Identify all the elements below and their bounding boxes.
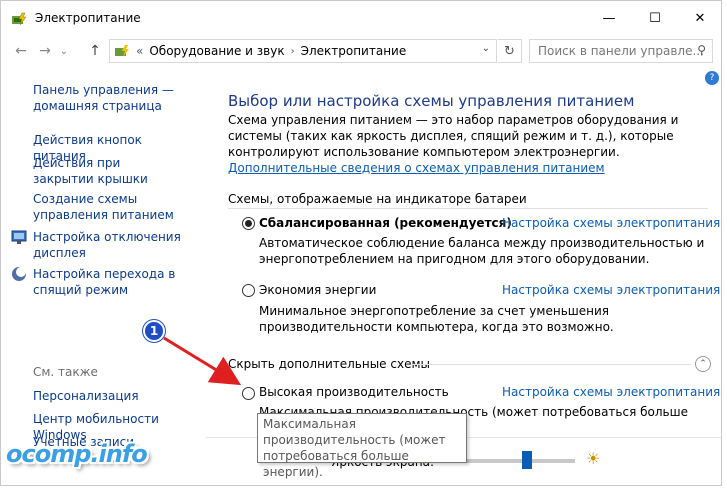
watermark-logo: ocomp.info [6, 440, 148, 468]
sidebar-item-home[interactable]: Панель управления — домашняя страница [33, 82, 193, 114]
title-bar: Электропитание — ☐ ✕ [1, 1, 721, 35]
sidebar: Панель управления — домашняя страница Де… [1, 67, 206, 487]
up-button[interactable]: ↑ [85, 41, 105, 61]
window-title: Электропитание [35, 11, 141, 25]
sidebar-item-personalization[interactable]: Персонализация [33, 388, 139, 404]
plan-balanced-description: Автоматическое соблюдение баланса между … [259, 236, 705, 266]
sidebar-item-sleep[interactable]: Настройка перехода в спящий режим [33, 266, 183, 298]
refresh-button[interactable]: ↻ [498, 39, 522, 63]
search-input[interactable]: Поиск в панели управле... ⚲ [529, 39, 713, 63]
plan-balanced-name[interactable]: Сбалансированная (рекомендуется) [259, 216, 512, 230]
collapse-chevron-icon[interactable]: ⌃ [695, 356, 711, 372]
hidden-plans-heading[interactable]: Скрыть дополнительные схемы [228, 357, 430, 371]
help-icon[interactable]: ? [705, 71, 719, 85]
address-dropdown-icon[interactable]: ⌄ [482, 43, 490, 54]
plan-high-performance-settings-link[interactable]: Настройка схемы электропитания [502, 385, 720, 399]
control-panel-window: Электропитание — ☐ ✕ ← → ⌄ ↑ « Оборудова… [0, 0, 722, 486]
page-title: Выбор или настройка схемы управления пит… [228, 92, 635, 110]
plan-balanced-radio[interactable] [242, 217, 255, 230]
back-button[interactable]: ← [11, 41, 31, 61]
maximize-button[interactable]: ☐ [632, 1, 678, 35]
plan-balanced-settings-link[interactable]: Настройка схемы электропитания [502, 216, 720, 230]
plan-power-saver-description: Минимальное энергопотребление за счет ум… [259, 304, 614, 334]
section-divider [228, 208, 708, 209]
battery-plans-heading: Схемы, отображаемые на индикаторе батаре… [228, 192, 527, 206]
tooltip: Максимальная производительность (может п… [257, 413, 467, 479]
hidden-plans-divider [411, 364, 691, 365]
display-settings-icon [11, 230, 27, 244]
plan-high-performance-name[interactable]: Высокая производительность [259, 385, 449, 399]
sidebar-item-lid-close[interactable]: Действия при закрытии крышки [33, 155, 173, 187]
forward-button[interactable]: → [35, 41, 55, 61]
brightness-slider-thumb[interactable] [522, 451, 533, 469]
annotation-badge: 1 [143, 320, 165, 342]
address-bar[interactable]: « Оборудование и звук › Электропитание ⌄ [109, 39, 497, 63]
sleep-moon-icon [12, 267, 26, 281]
page-description: Схема управления питанием — это набор па… [228, 112, 698, 176]
search-icon[interactable]: ⚲ [697, 43, 706, 57]
breadcrumb-separator-icon[interactable]: › [291, 46, 295, 57]
more-info-link[interactable]: Дополнительные сведения о схемах управле… [228, 161, 605, 175]
brightness-high-icon: ☀ [586, 449, 601, 468]
see-also-heading: См. также [33, 365, 98, 379]
power-options-icon [12, 12, 27, 26]
sidebar-item-display-off[interactable]: Настройка отключения дисплея [33, 229, 183, 261]
breadcrumb-power-options[interactable]: Электропитание [301, 44, 407, 58]
description-text: Схема управления питанием — это набор па… [228, 113, 679, 159]
search-placeholder: Поиск в панели управле... [538, 44, 704, 58]
minimize-button[interactable]: — [586, 1, 632, 35]
plan-power-saver-radio[interactable] [242, 284, 255, 297]
plan-power-saver-settings-link[interactable]: Настройка схемы электропитания [502, 283, 720, 297]
plan-high-performance-radio[interactable] [242, 387, 255, 400]
plan-power-saver-name[interactable]: Экономия энергии [259, 283, 376, 297]
recent-locations-chevron-icon[interactable]: ⌄ [57, 41, 71, 61]
breadcrumb-overflow-icon[interactable]: « [136, 44, 143, 58]
sidebar-item-create-plan[interactable]: Создание схемы управления питанием [33, 191, 183, 223]
navigation-bar: ← → ⌄ ↑ « Оборудование и звук › Электроп… [1, 35, 721, 67]
breadcrumb-hardware-sound[interactable]: Оборудование и звук [149, 44, 284, 58]
close-button[interactable]: ✕ [677, 1, 723, 35]
power-options-icon [115, 45, 129, 57]
